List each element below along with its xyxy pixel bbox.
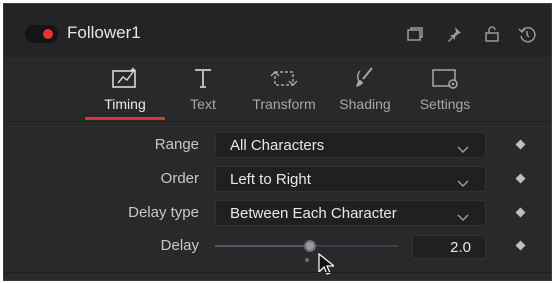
- delay-keyframe-button[interactable]: [515, 240, 526, 251]
- order-label: Order: [160, 170, 199, 187]
- tool-title: Follower1: [67, 23, 141, 42]
- enable-toggle[interactable]: [25, 25, 58, 43]
- tab-label: Settings: [419, 96, 471, 112]
- chevron-down-icon: [457, 209, 469, 227]
- delay-label: Delay: [160, 237, 199, 254]
- order-keyframe-button[interactable]: [515, 173, 526, 184]
- active-tab-indicator: [85, 117, 165, 120]
- tab-label: Text: [190, 96, 216, 112]
- tab-settings[interactable]: Settings: [412, 57, 478, 121]
- tab-label: Timing: [104, 96, 146, 112]
- lock-icon[interactable]: [482, 24, 502, 44]
- chevron-down-icon: [457, 141, 469, 159]
- tab-label: Transform: [252, 96, 316, 112]
- delay-type-keyframe-button[interactable]: [515, 207, 526, 218]
- timing-icon: [109, 65, 141, 96]
- tab-label: Shading: [339, 96, 391, 112]
- delay-type-dropdown[interactable]: Between Each Character: [215, 200, 486, 226]
- inspector-panel: Follower1 Timing Text Transform Shading …: [3, 3, 552, 281]
- delay-type-label: Delay type: [128, 204, 199, 221]
- mouse-pointer-icon: [318, 252, 336, 282]
- range-value: All Characters: [230, 137, 325, 154]
- delay-value: 2.0: [450, 239, 471, 256]
- delay-default-marker: [305, 258, 309, 262]
- tab-transform[interactable]: Transform: [244, 57, 324, 121]
- brush-icon: [352, 65, 378, 96]
- delay-slider-fill: [215, 245, 312, 247]
- order-value: Left to Right: [230, 171, 311, 188]
- tab-bar: Timing Text Transform Shading Settings: [4, 57, 551, 121]
- enable-toggle-indicator: [43, 29, 53, 39]
- settings-icon: [429, 65, 461, 96]
- tab-shading[interactable]: Shading: [334, 57, 396, 121]
- pin-icon[interactable]: [444, 24, 464, 44]
- text-icon: [190, 65, 216, 96]
- range-dropdown[interactable]: All Characters: [215, 132, 486, 158]
- chevron-down-icon: [457, 175, 469, 193]
- delay-input[interactable]: 2.0: [412, 235, 486, 259]
- range-label: Range: [154, 136, 199, 153]
- delay-slider-handle[interactable]: [303, 240, 316, 252]
- reset-icon[interactable]: [517, 24, 537, 44]
- order-dropdown[interactable]: Left to Right: [215, 166, 486, 192]
- transform-icon: [267, 65, 301, 96]
- window-icon[interactable]: [405, 24, 425, 44]
- delay-type-value: Between Each Character: [230, 205, 397, 222]
- panel-header: Follower1: [4, 4, 551, 57]
- divider: [4, 121, 551, 122]
- tab-timing[interactable]: Timing: [85, 57, 165, 121]
- range-keyframe-button[interactable]: [515, 139, 526, 150]
- tab-text[interactable]: Text: [175, 57, 231, 121]
- divider: [4, 272, 551, 273]
